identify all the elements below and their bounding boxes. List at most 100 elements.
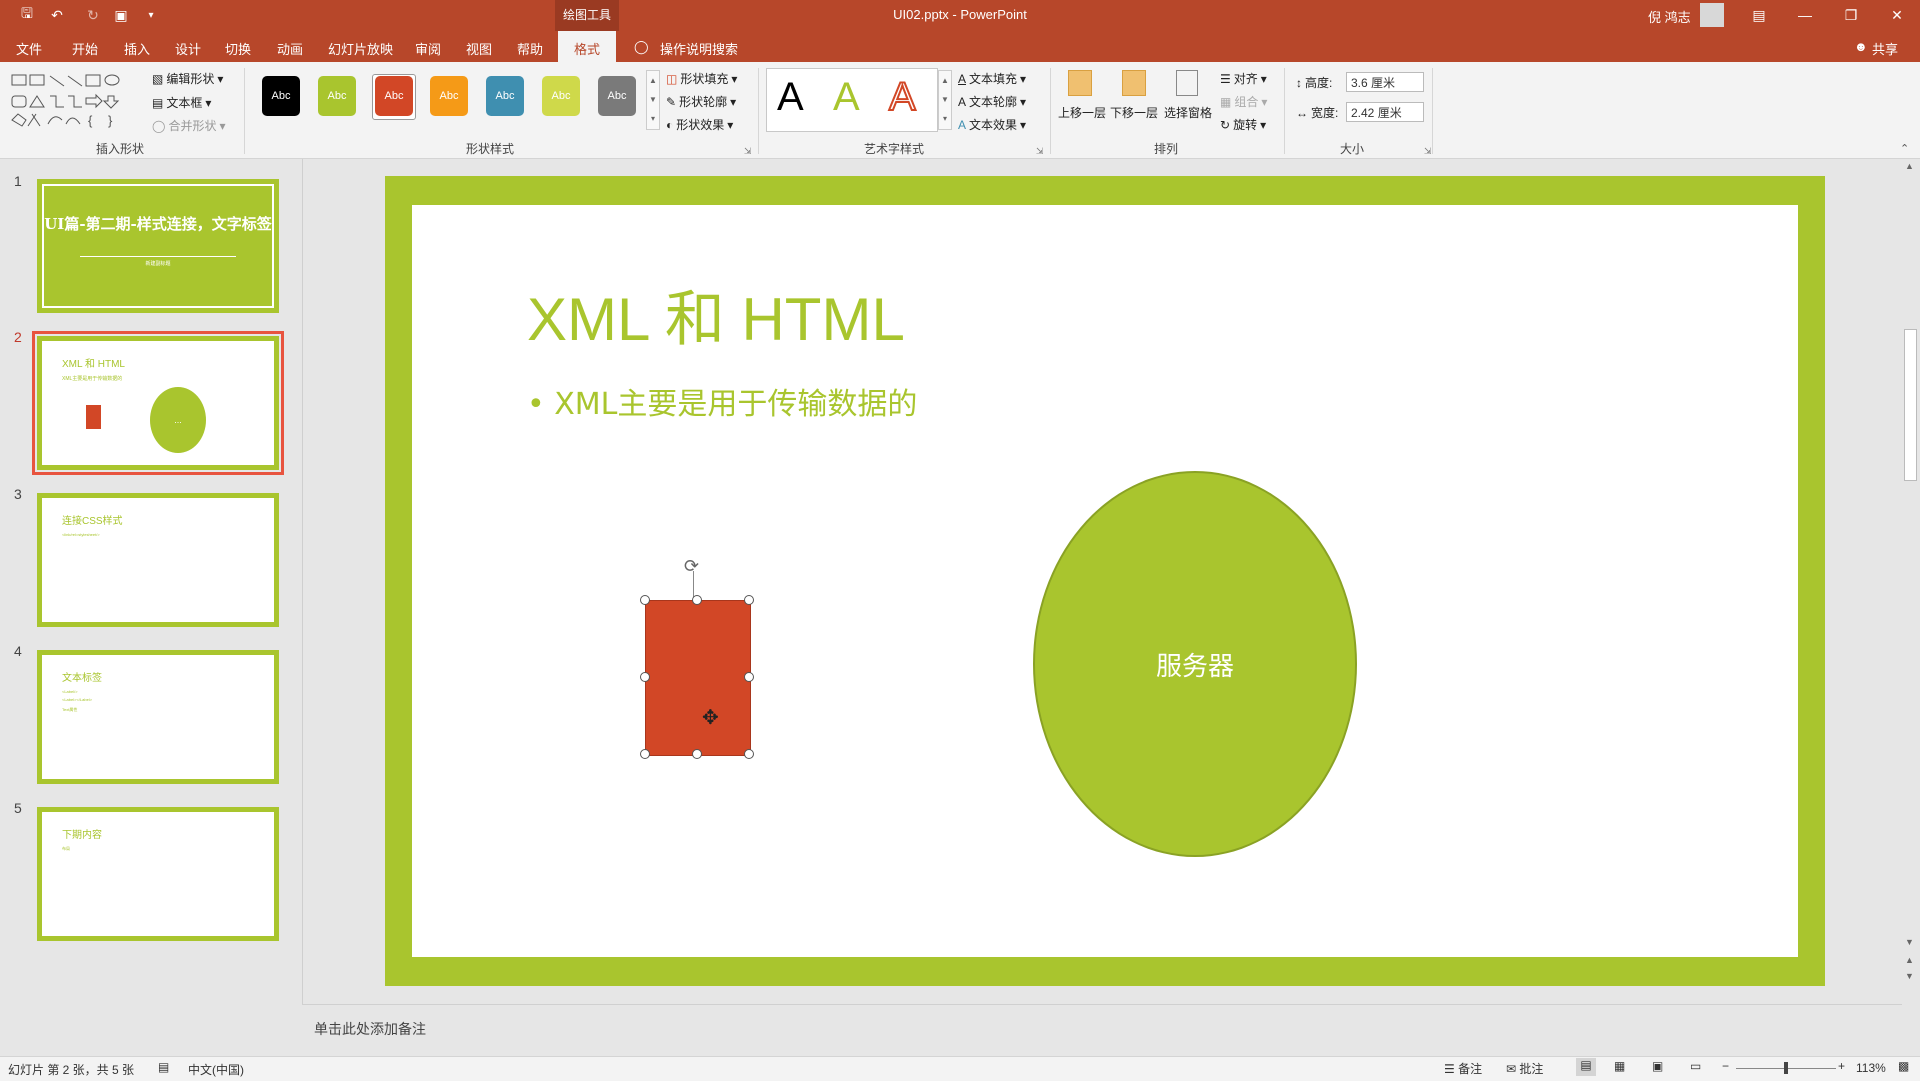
tab-slideshow[interactable]: 幻灯片放映 <box>328 39 393 58</box>
wordart-gallery[interactable]: A A A <box>766 68 938 132</box>
dialog-launcher-icon[interactable]: ⇲ <box>1424 146 1432 157</box>
vertical-scrollbar[interactable]: ▲ ▼ ▲ ▼ <box>1900 159 1920 1004</box>
resize-handle[interactable] <box>640 749 650 759</box>
previous-slide-icon[interactable]: ▲ <box>1905 955 1914 965</box>
group-button[interactable]: ▦ 组合 ▾ <box>1220 93 1267 110</box>
resize-handle[interactable] <box>640 595 650 605</box>
slide-canvas[interactable]: XML 和 HTML • XML主要是用于传输数据的 ⟳ ✥ 服务器 <box>385 176 1825 986</box>
height-input[interactable]: 3.6 厘米 <box>1346 72 1424 92</box>
tab-insert[interactable]: 插入 <box>124 39 150 58</box>
slideshow-view-icon[interactable]: ▭ <box>1690 1059 1701 1073</box>
tab-help[interactable]: 帮助 <box>517 39 543 58</box>
slide-thumbnail-2[interactable]: XML 和 HTML XML主要是用于传输数据的 ... <box>32 331 284 475</box>
wordart-style-black[interactable]: A <box>777 75 804 120</box>
tab-home[interactable]: 开始 <box>72 39 98 58</box>
scrollbar-thumb[interactable] <box>1904 329 1917 481</box>
close-icon[interactable]: ✕ <box>1882 4 1912 26</box>
notes-pane[interactable]: 单击此处添加备注 <box>302 1004 1902 1057</box>
tab-view[interactable]: 视图 <box>466 39 492 58</box>
fit-to-window-icon[interactable]: ▩ <box>1898 1059 1909 1073</box>
zoom-slider-thumb[interactable] <box>1784 1062 1788 1074</box>
text-effects-button[interactable]: A 文本效果 ▾ <box>958 116 1026 133</box>
tab-file[interactable]: 文件 <box>16 39 42 58</box>
shape-outline-button[interactable]: ✎ 形状轮廓 ▾ <box>666 93 736 110</box>
shape-style-swatch[interactable]: Abc <box>598 76 636 116</box>
tab-review[interactable]: 审阅 <box>415 39 441 58</box>
language-status[interactable]: 中文(中国) <box>188 1061 244 1078</box>
normal-view-icon[interactable]: ▤ <box>1576 1058 1596 1076</box>
tab-format[interactable]: 格式 <box>558 31 617 62</box>
restore-icon[interactable]: ❐ <box>1836 4 1866 26</box>
resize-handle[interactable] <box>744 749 754 759</box>
text-box-button[interactable]: ▤ 文本框 ▾ <box>152 94 211 111</box>
minimize-icon[interactable]: — <box>1790 4 1820 26</box>
selection-pane-button[interactable]: 选择窗格 <box>1164 104 1212 121</box>
wordart-gallery-scroll[interactable]: ▲ ▼ ▾ <box>938 70 952 130</box>
slide-bullet[interactable]: • XML主要是用于传输数据的 <box>527 379 917 423</box>
text-outline-button[interactable]: A 文本轮廓 ▾ <box>958 93 1026 110</box>
collapse-ribbon-icon[interactable]: ⌃ <box>1900 142 1909 155</box>
shape-outline-label: 形状轮廓 <box>679 95 728 109</box>
selected-rectangle-shape[interactable] <box>645 600 751 756</box>
thumb-bullet: <Label></Label> <box>62 697 93 702</box>
resize-handle[interactable] <box>640 672 650 682</box>
zoom-level[interactable]: 113% <box>1856 1061 1886 1075</box>
shape-style-swatch[interactable]: Abc <box>262 76 300 116</box>
accessibility-icon[interactable]: ▤ <box>158 1060 169 1074</box>
notes-placeholder: 单击此处添加备注 <box>314 1021 426 1037</box>
merge-shapes-button[interactable]: ◯ 合并形状 ▾ <box>152 117 225 134</box>
edit-shape-button[interactable]: ▧ 编辑形状 ▾ <box>152 70 223 87</box>
resize-handle[interactable] <box>744 672 754 682</box>
paint-bucket-icon: ◫ <box>666 71 678 86</box>
width-input[interactable]: 2.42 厘米 <box>1346 102 1424 122</box>
shapes-gallery[interactable]: { } <box>8 68 142 134</box>
next-slide-icon[interactable]: ▼ <box>1905 971 1914 981</box>
server-ellipse-shape[interactable]: 服务器 <box>1033 471 1357 857</box>
tab-design[interactable]: 设计 <box>175 39 201 58</box>
send-backward-button[interactable]: 下移一层 <box>1110 104 1158 121</box>
share-button[interactable]: 共享 <box>1872 39 1898 58</box>
ribbon-display-options-icon[interactable]: ▤ <box>1744 4 1774 26</box>
thumb-title: 下期内容 <box>62 830 102 841</box>
resize-handle[interactable] <box>692 595 702 605</box>
notes-toggle-button[interactable]: ☰ 备注 <box>1444 1060 1482 1077</box>
shape-effects-button[interactable]: ◐ 形状效果 ▾ <box>666 116 733 133</box>
tab-animations[interactable]: 动画 <box>277 39 303 58</box>
gallery-scroll[interactable]: ▲ ▼ ▾ <box>646 70 660 130</box>
resize-handle[interactable] <box>744 595 754 605</box>
dialog-launcher-icon[interactable]: ⇲ <box>744 146 752 157</box>
wordart-style-green[interactable]: A <box>833 75 860 120</box>
shape-fill-button[interactable]: ◫ 形状填充 ▾ <box>666 70 737 87</box>
avatar[interactable] <box>1700 3 1724 27</box>
slide-title[interactable]: XML 和 HTML <box>527 271 905 358</box>
scroll-up-icon[interactable]: ▲ <box>1905 161 1914 171</box>
scroll-down-icon[interactable]: ▼ <box>1905 937 1914 947</box>
slide-thumbnail-1[interactable]: UI篇-第二期-样式连接，文字标签 新建副标题 <box>37 179 279 313</box>
comments-toggle-button[interactable]: ✉ 批注 <box>1506 1060 1543 1077</box>
rotate-handle-icon[interactable]: ⟳ <box>684 556 699 577</box>
zoom-in-icon[interactable]: + <box>1838 1059 1845 1073</box>
bring-forward-button[interactable]: 上移一层 <box>1058 104 1106 121</box>
wordart-style-red-outline[interactable]: A <box>888 74 917 120</box>
align-button[interactable]: ☰ 对齐 ▾ <box>1220 70 1267 87</box>
width-label: ↔ 宽度: <box>1296 104 1338 121</box>
user-name[interactable]: 倪 鸿志 <box>1648 7 1691 26</box>
shape-style-swatch[interactable]: Abc <box>542 76 580 116</box>
resize-handle[interactable] <box>692 749 702 759</box>
shape-style-swatch[interactable]: Abc <box>375 76 413 116</box>
group-label-arrange: 排列 <box>1153 142 1178 156</box>
shape-style-swatch[interactable]: Abc <box>486 76 524 116</box>
reading-view-icon[interactable]: ▣ <box>1652 1059 1663 1073</box>
rotate-button[interactable]: ↻ 旋转 ▾ <box>1220 116 1266 133</box>
slide-thumbnail-4[interactable]: 文本标签 <Label/> <Label></Label> Text属性 <box>37 650 279 784</box>
slide-thumbnail-5[interactable]: 下期内容 布局 <box>37 807 279 941</box>
shape-style-swatch[interactable]: Abc <box>318 76 356 116</box>
tab-transitions[interactable]: 切换 <box>225 39 251 58</box>
slide-thumbnail-3[interactable]: 连接CSS样式 <link/rel=stylesheet/> <box>37 493 279 627</box>
dialog-launcher-icon[interactable]: ⇲ <box>1036 146 1044 157</box>
shape-style-swatch[interactable]: Abc <box>430 76 468 116</box>
slide-sorter-view-icon[interactable]: ▦ <box>1614 1059 1625 1073</box>
text-fill-button[interactable]: A 文本填充 ▾ <box>958 70 1026 87</box>
tell-me-search[interactable]: 操作说明搜索 <box>660 39 738 58</box>
zoom-out-icon[interactable]: − <box>1722 1059 1729 1073</box>
